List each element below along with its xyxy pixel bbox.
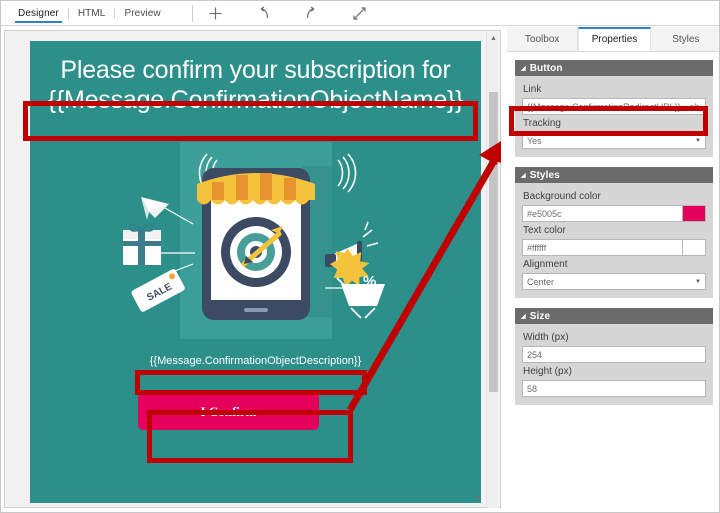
alignment-select[interactable]: Center ▼: [522, 273, 706, 290]
link-input[interactable]: {{Message.ConfirmationRedirectURL}} </>: [522, 98, 706, 115]
scroll-down-icon[interactable]: ▼: [471, 492, 484, 505]
text-color-row: #ffffff: [522, 239, 706, 256]
canvas-scroll-area: Please confirm your subscription for {{M…: [13, 37, 481, 503]
background-color-row: #e5005c: [522, 205, 706, 222]
chevron-down-icon[interactable]: ▼: [695, 279, 701, 285]
text-color-input[interactable]: #ffffff: [522, 239, 683, 256]
section-size-title: Size: [529, 310, 551, 322]
section-size-header[interactable]: ◢ Size: [515, 308, 713, 324]
tab-styles[interactable]: Styles: [650, 27, 719, 51]
section-size: ◢ Size Width (px) 254 Height (px) 58: [515, 308, 713, 405]
link-field-label: Link: [523, 84, 542, 95]
text-color-value: #ffffff: [527, 242, 547, 253]
tab-styles-label: Styles: [672, 33, 700, 45]
canvas-scroll-thumb[interactable]: [489, 92, 498, 392]
collapse-caret-icon: ◢: [521, 65, 526, 72]
section-styles-body: Background color #e5005c Text color #fff…: [515, 183, 713, 298]
tracking-field-label: Tracking: [523, 118, 561, 129]
height-input-value: 58: [527, 383, 538, 394]
alignment-label: Alignment: [523, 259, 568, 270]
headline-placeholder: {{Message.ConfirmationObjectName}}: [47, 86, 464, 114]
toolbar-actions: [207, 4, 369, 22]
design-canvas-pane: Please confirm your subscription for {{M…: [4, 30, 501, 508]
collapse-caret-icon: ◢: [521, 172, 526, 179]
section-size-body: Width (px) 254 Height (px) 58: [515, 324, 713, 405]
headline-block[interactable]: Please confirm your subscription for {{M…: [30, 55, 481, 115]
code-icon[interactable]: </>: [684, 102, 701, 112]
background-color-value: #e5005c: [527, 208, 562, 219]
background-color-label: Background color: [523, 191, 601, 202]
tab-preview[interactable]: Preview: [115, 1, 169, 26]
section-button-title: Button: [529, 62, 563, 74]
redo-icon[interactable]: [303, 4, 321, 22]
height-input[interactable]: 58: [522, 380, 706, 397]
width-input-value: 254: [527, 349, 543, 360]
undo-icon[interactable]: [255, 4, 273, 22]
tab-designer-label: Designer: [18, 7, 59, 19]
mobile-marketing-illustration[interactable]: SALE %: [89, 142, 423, 339]
toolbar-divider: [191, 4, 193, 22]
add-icon[interactable]: [207, 4, 225, 22]
tab-properties-label: Properties: [591, 34, 638, 45]
text-color-swatch[interactable]: [682, 239, 706, 256]
email-template-body[interactable]: Please confirm your subscription for {{M…: [30, 41, 481, 503]
tab-properties[interactable]: Properties: [578, 27, 651, 51]
collapse-caret-icon: ◢: [521, 313, 526, 320]
tracking-select[interactable]: Yes ▼: [522, 132, 706, 149]
headline-line-1: Please confirm your subscription for: [60, 56, 451, 84]
collapse-icon[interactable]: [351, 4, 369, 22]
height-label: Height (px): [523, 366, 572, 377]
alignment-select-value: Center: [527, 276, 555, 287]
section-button-body: Link {{Message.ConfirmationRedirectURL}}…: [515, 76, 713, 157]
tab-html[interactable]: HTML: [69, 1, 115, 26]
tab-toolbox[interactable]: Toolbox: [507, 27, 579, 51]
tab-html-label: HTML: [77, 7, 106, 19]
confirm-button[interactable]: I Confirm: [138, 393, 319, 430]
section-styles-title: Styles: [529, 169, 560, 181]
editor-mode-tabs: Designer HTML Preview: [1, 1, 170, 26]
chevron-down-icon[interactable]: ▼: [695, 138, 701, 144]
background-color-input[interactable]: #e5005c: [522, 205, 683, 222]
text-color-label: Text color: [523, 225, 566, 236]
section-button: ◢ Button Link {{Message.ConfirmationRedi…: [515, 60, 713, 157]
background-color-swatch[interactable]: [682, 205, 706, 222]
link-input-value: {{Message.ConfirmationRedirectURL}}: [527, 101, 681, 112]
width-input[interactable]: 254: [522, 346, 706, 363]
properties-panel: Toolbox Properties Styles ◢ Button Link …: [507, 26, 719, 512]
canvas-vertical-scrollbar[interactable]: ▲: [486, 32, 499, 508]
section-styles-header[interactable]: ◢ Styles: [515, 167, 713, 183]
tab-toolbox-label: Toolbox: [524, 33, 560, 45]
tab-designer[interactable]: Designer: [9, 1, 68, 26]
tracking-select-value: Yes: [527, 135, 542, 146]
description-placeholder[interactable]: {{Message.ConfirmationObjectDescription}…: [30, 354, 481, 368]
panel-tab-bar: Toolbox Properties Styles: [507, 27, 719, 52]
tab-preview-label: Preview: [124, 7, 161, 19]
section-button-header[interactable]: ◢ Button: [515, 60, 713, 76]
confirm-button-label: I Confirm: [200, 403, 257, 419]
top-toolbar: Designer HTML Preview: [1, 1, 719, 26]
scroll-up-icon[interactable]: ▲: [487, 32, 500, 45]
email-designer-window: Designer HTML Preview Please confirm you…: [0, 0, 720, 513]
section-styles: ◢ Styles Background color #e5005c Text c…: [515, 167, 713, 298]
properties-panel-body: ◢ Button Link {{Message.ConfirmationRedi…: [507, 52, 719, 512]
width-label: Width (px): [523, 332, 569, 343]
